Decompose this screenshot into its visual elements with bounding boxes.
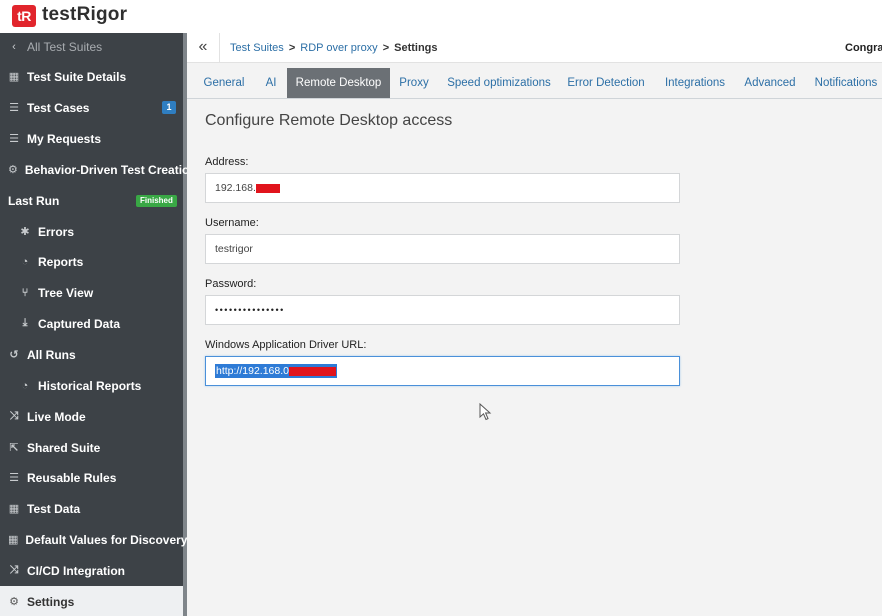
username-field[interactable]: testrigor [205, 234, 680, 264]
sidebar-item-label: Default Values for Discovery [25, 532, 188, 547]
table-icon: ▦ [8, 503, 20, 515]
robot-icon: ⚙ [8, 164, 18, 176]
sidebar-item-label: Captured Data [38, 316, 121, 331]
sidebar-item-label: Reusable Rules [27, 470, 117, 485]
sidebar-item-label: Tree View [38, 285, 94, 300]
tab-notifications[interactable]: Notifications [810, 68, 882, 98]
password-field[interactable]: ••••••••••••••• [205, 295, 680, 325]
username-label: Username: [205, 217, 259, 229]
tab-remote-desktop[interactable]: Remote Desktop [287, 68, 390, 98]
shuffle-icon: ⤨ [9, 564, 19, 576]
table-icon: ▦ [8, 534, 19, 546]
breadcrumb-separator: > [288, 42, 296, 54]
sidebar-item-label: My Requests [27, 131, 102, 146]
logo-mark[interactable]: tR [12, 5, 36, 27]
sidebar-item-label: All Runs [27, 347, 76, 362]
password-value: ••••••••••••••• [215, 305, 285, 315]
top-bar: « Test Suites > RDP over proxy > Settings Co… [187, 33, 882, 63]
sidebar-item-errors[interactable]: ✱ Errors [0, 216, 183, 247]
selected-text: http://192.168.0 [215, 364, 337, 378]
breadcrumb: Test Suites > RDP over proxy > Settings [230, 42, 438, 54]
double-chevron-left-icon: « [198, 38, 208, 55]
password-label: Password: [205, 278, 257, 290]
list-icon: ☰ [9, 102, 19, 114]
sidebar-item-label: Historical Reports [38, 378, 142, 393]
sidebar-item-my-requests[interactable]: ☰ My Requests [0, 123, 183, 154]
test-cases-count-badge: 1 [162, 101, 176, 114]
username-value: testrigor [215, 243, 253, 255]
winapp-driver-url-label: Windows Application Driver URL: [205, 339, 367, 351]
main-content: « Test Suites > RDP over proxy > Settings Co… [187, 33, 882, 616]
sidebar-item-captured-data[interactable]: ⤓ Captured Data [0, 308, 183, 339]
download-icon: ⤓ [22, 317, 28, 329]
sidebar-item-live-mode[interactable]: ⤨ Live Mode [0, 401, 183, 432]
shuffle-icon: ⤨ [9, 410, 19, 422]
tab-proxy[interactable]: Proxy [394, 68, 434, 98]
breadcrumb-separator: > [382, 42, 390, 54]
sidebar-back-label: All Test Suites [27, 39, 103, 54]
history-icon: ↺ [9, 349, 19, 361]
sidebar-item-label: Reports [38, 254, 84, 269]
sidebar-item-test-data[interactable]: ▦ Test Data [0, 493, 183, 524]
sidebar-item-settings[interactable]: ⚙ Settings [0, 586, 183, 616]
pie-icon: ◔ [21, 379, 29, 392]
address-value: 192.168. [215, 182, 256, 194]
breadcrumb-test-suites[interactable]: Test Suites [230, 42, 284, 54]
tab-advanced[interactable]: Advanced [741, 68, 799, 98]
table-icon: ▦ [8, 71, 20, 83]
sidebar-item-default-values[interactable]: ▦ Default Values for Discovery [0, 524, 187, 555]
mouse-cursor-icon [479, 403, 492, 421]
sidebar-item-label: Last Run [8, 193, 60, 208]
gears-icon: ⚙ [9, 596, 19, 608]
address-label: Address: [205, 156, 249, 168]
brand-name[interactable]: testRigor [42, 4, 127, 26]
list-icon: ☰ [9, 472, 19, 484]
sidebar-item-label: Test Suite Details [27, 69, 127, 84]
tree-icon: ⑂ [21, 286, 29, 299]
sidebar-item-cicd-integration[interactable]: ⤨ CI/CD Integration [0, 555, 183, 586]
sidebar-item-test-suite-details[interactable]: ▦ Test Suite Details [0, 61, 183, 92]
sidebar-item-test-cases[interactable]: ☰ Test Cases 1 [0, 92, 183, 123]
chevron-left-icon: ‹ [12, 40, 16, 53]
back-to-all-test-suites[interactable]: ‹ All Test Suites [0, 31, 183, 62]
sidebar-item-label: Errors [38, 224, 75, 239]
sidebar-item-reusable-rules[interactable]: ☰ Reusable Rules [0, 462, 183, 493]
sidebar-item-historical-reports[interactable]: ◔ Historical Reports [0, 370, 183, 401]
sidebar-item-shared-suite[interactable]: ⇱ Shared Suite [0, 432, 183, 463]
tab-general[interactable]: General [195, 68, 253, 98]
sidebar-item-label: Test Cases [27, 100, 90, 115]
sidebar-item-label: Test Data [27, 501, 81, 516]
redaction-mark [288, 366, 336, 376]
tab-integrations[interactable]: Integrations [661, 68, 729, 98]
redaction-mark [255, 183, 280, 193]
pie-icon: ◔ [21, 255, 29, 268]
sidebar-item-label: Shared Suite [27, 440, 101, 455]
status-badge: Finished [136, 195, 177, 207]
breadcrumb-suite[interactable]: RDP over proxy [300, 42, 377, 54]
breadcrumb-current: Settings [394, 42, 438, 54]
sidebar-item-tree-view[interactable]: ⑂ Tree View [0, 277, 183, 308]
sidebar-item-label: Behavior-Driven Test Creation [24, 162, 197, 177]
tab-ai[interactable]: AI [259, 68, 283, 98]
header-notice: Congrat [845, 42, 882, 54]
sidebar-item-label: Live Mode [27, 409, 86, 424]
address-field[interactable]: 192.168. [205, 173, 680, 203]
sidebar-item-reports[interactable]: ◔ Reports [0, 246, 183, 277]
logo-bar: tR testRigor [0, 0, 882, 33]
tab-error-detection[interactable]: Error Detection [564, 68, 648, 98]
sidebar-item-label: CI/CD Integration [27, 563, 125, 578]
share-icon: ⇱ [9, 442, 19, 454]
collapse-sidebar-button[interactable]: « [187, 33, 220, 63]
page-title: Configure Remote Desktop access [205, 112, 453, 129]
winapp-driver-url-field[interactable]: http://192.168.0 [205, 356, 680, 386]
bug-icon: ✱ [20, 226, 30, 238]
list-icon: ☰ [9, 133, 19, 145]
sidebar-item-all-runs[interactable]: ↺ All Runs [0, 339, 183, 370]
settings-tabs: General AI Remote Desktop Proxy Speed op… [187, 68, 882, 99]
tab-speed-optimizations[interactable]: Speed optimizations [446, 68, 552, 98]
sidebar-item-label: Settings [27, 594, 75, 609]
sidebar-item-last-run[interactable]: Last Run Finished [0, 185, 183, 216]
sidebar-item-bdd-test-creation[interactable]: ⚙ Behavior-Driven Test Creation [0, 154, 197, 185]
winapp-driver-url-value: http://192.168.0 [216, 365, 289, 377]
